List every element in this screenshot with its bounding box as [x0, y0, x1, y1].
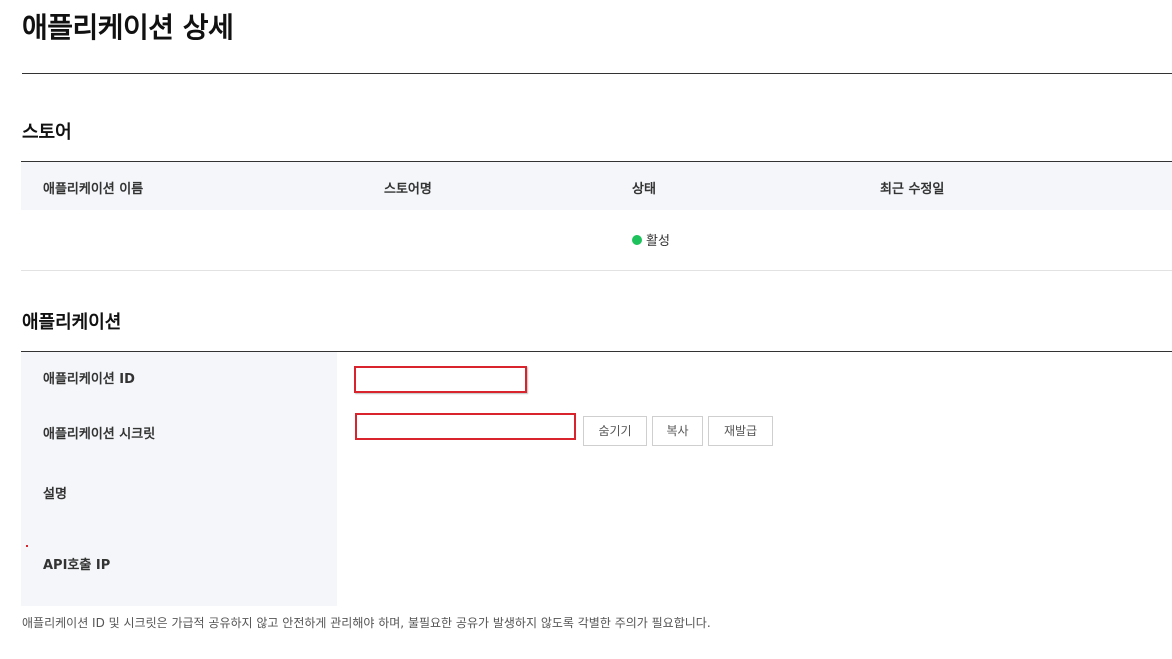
store-table-header: 애플리케이션 이름 스토어명 상태 최근 수정일 — [21, 162, 1172, 210]
app-secret-field[interactable] — [355, 413, 576, 440]
column-header-updated-at: 최근 수정일 — [880, 182, 945, 197]
api-ip-label: API호출 IP — [43, 558, 111, 573]
column-header-store-name: 스토어명 — [384, 182, 432, 197]
description-label: 설명 — [43, 487, 67, 502]
table-row: 활성 — [21, 210, 1172, 271]
store-section-title: 스토어 — [22, 122, 72, 143]
status-badge: 활성 — [632, 230, 670, 249]
reissue-secret-button[interactable]: 재발급 — [708, 416, 773, 446]
column-header-status: 상태 — [632, 182, 656, 197]
application-detail-table: 애플리케이션 ID 애플리케이션 시크릿 설명 API호출 IP 숨기기 복사 … — [21, 351, 1172, 606]
hide-secret-button[interactable]: 숨기기 — [583, 416, 647, 446]
title-divider — [22, 73, 1172, 74]
label-column: 애플리케이션 ID 애플리케이션 시크릿 설명 API호출 IP — [21, 352, 337, 606]
copy-secret-button[interactable]: 복사 — [652, 416, 703, 446]
app-id-field[interactable] — [354, 366, 527, 393]
app-id-label: 애플리케이션 ID — [43, 372, 135, 387]
store-table: 애플리케이션 이름 스토어명 상태 최근 수정일 활성 — [21, 161, 1172, 271]
security-notice: 애플리케이션 ID 및 시크릿은 가급적 공유하지 않고 안전하게 관리해야 하… — [22, 616, 711, 630]
status-text: 활성 — [646, 234, 670, 249]
column-header-app-name: 애플리케이션 이름 — [43, 182, 144, 197]
annotation-mark — [26, 545, 28, 547]
app-secret-label: 애플리케이션 시크릿 — [43, 427, 156, 442]
status-dot-icon — [632, 234, 642, 245]
page-title: 애플리케이션 상세 — [22, 11, 234, 44]
application-section-title: 애플리케이션 — [22, 312, 122, 333]
